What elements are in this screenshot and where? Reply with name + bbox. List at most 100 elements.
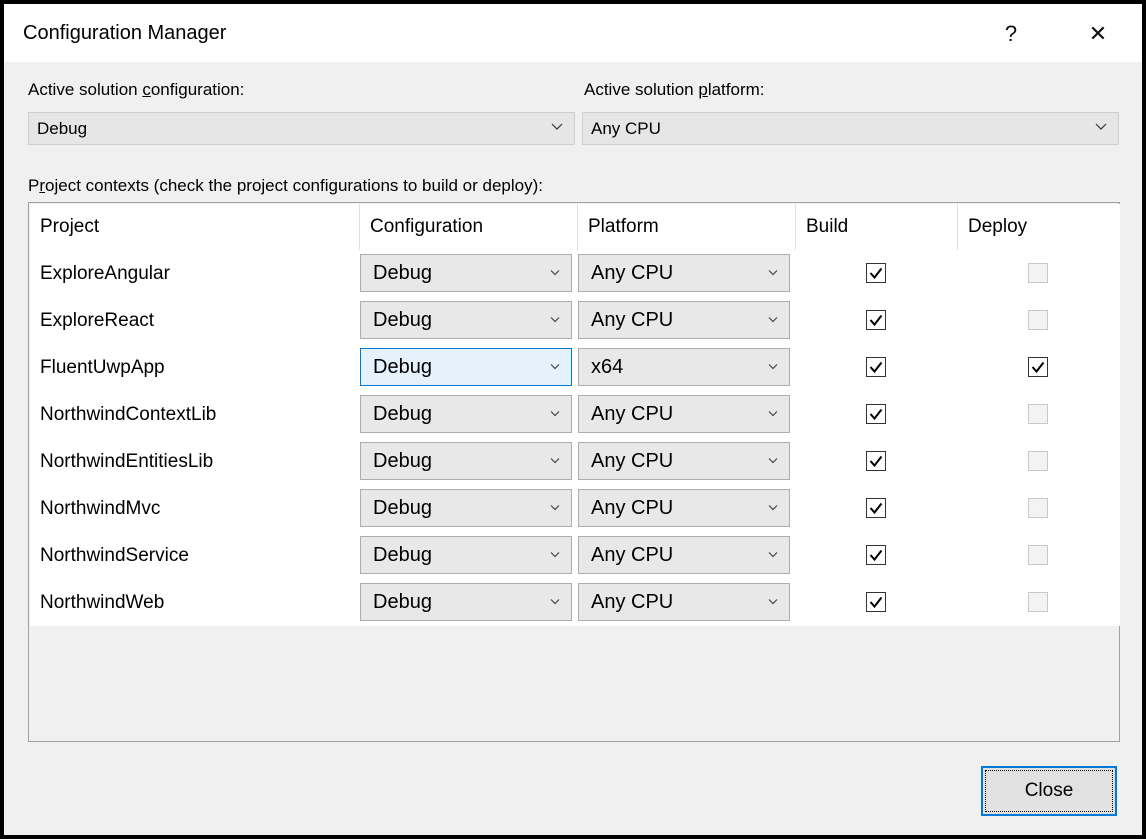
column-header-build[interactable]: Build <box>796 204 958 250</box>
chevron-down-icon <box>551 123 563 130</box>
chevron-down-icon <box>550 552 560 558</box>
checkmark-icon <box>869 502 883 515</box>
checkmark-icon <box>869 549 883 562</box>
table-row: NorthwindContextLib Debug Any CPU <box>30 391 1120 438</box>
row-configuration-value: Debug <box>373 496 432 519</box>
build-checkbox[interactable] <box>866 357 886 377</box>
checkmark-icon <box>869 267 883 280</box>
deploy-checkbox <box>1028 545 1048 565</box>
active-configuration-label: Active solution configuration: <box>28 80 245 99</box>
deploy-checkbox <box>1028 592 1048 612</box>
deploy-checkbox <box>1028 498 1048 518</box>
chevron-down-icon <box>768 270 778 276</box>
row-configuration-select[interactable]: Debug <box>360 254 572 292</box>
active-platform-label: Active solution platform: <box>584 80 765 99</box>
row-platform-value: Any CPU <box>591 261 674 284</box>
chevron-down-icon <box>1095 123 1107 130</box>
column-header-deploy[interactable]: Deploy <box>958 204 1120 250</box>
build-checkbox[interactable] <box>866 263 886 283</box>
chevron-down-icon <box>550 505 560 511</box>
project-name: NorthwindEntitiesLib <box>40 450 214 472</box>
row-configuration-select[interactable]: Debug <box>360 536 572 574</box>
row-configuration-value: Debug <box>373 590 432 613</box>
row-configuration-select[interactable]: Debug <box>360 442 572 480</box>
row-configuration-select[interactable]: Debug <box>360 348 572 386</box>
active-configuration-value: Debug <box>37 118 88 138</box>
row-configuration-select[interactable]: Debug <box>360 301 572 339</box>
active-platform-select[interactable]: Any CPU <box>582 112 1119 145</box>
checkmark-icon <box>869 361 883 374</box>
column-header-platform[interactable]: Platform <box>578 204 796 250</box>
row-configuration-value: Debug <box>373 449 432 472</box>
row-platform-value: Any CPU <box>591 590 674 613</box>
chevron-down-icon <box>768 599 778 605</box>
row-configuration-select[interactable]: Debug <box>360 489 572 527</box>
chevron-down-icon <box>768 411 778 417</box>
chevron-down-icon <box>768 505 778 511</box>
row-platform-select[interactable]: Any CPU <box>578 442 790 480</box>
chevron-down-icon <box>768 458 778 464</box>
project-name: NorthwindContextLib <box>40 403 217 425</box>
chevron-down-icon <box>768 552 778 558</box>
table-row: NorthwindEntitiesLib Debug Any CPU <box>30 438 1120 485</box>
configuration-manager-dialog: Configuration Manager ? ✕ Active solutio… <box>4 4 1142 835</box>
project-name: FluentUwpApp <box>40 356 165 378</box>
chevron-down-icon <box>768 364 778 370</box>
table-row: ExploreReact Debug Any CPU <box>30 297 1120 344</box>
column-header-project[interactable]: Project <box>30 204 360 250</box>
active-configuration-select[interactable]: Debug <box>28 112 575 145</box>
row-platform-select[interactable]: Any CPU <box>578 583 790 621</box>
chevron-down-icon <box>550 270 560 276</box>
row-configuration-select[interactable]: Debug <box>360 395 572 433</box>
close-button[interactable]: Close <box>981 766 1117 816</box>
chevron-down-icon <box>550 458 560 464</box>
chevron-down-icon <box>768 317 778 323</box>
row-platform-select[interactable]: Any CPU <box>578 254 790 292</box>
checkmark-icon <box>1031 361 1045 374</box>
checkmark-icon <box>869 596 883 609</box>
table-row: ExploreAngular Debug Any CPU <box>30 250 1120 297</box>
build-checkbox[interactable] <box>866 498 886 518</box>
row-platform-select[interactable]: Any CPU <box>578 489 790 527</box>
row-platform-value: Any CPU <box>591 543 674 566</box>
build-checkbox[interactable] <box>866 404 886 424</box>
row-platform-select[interactable]: Any CPU <box>578 395 790 433</box>
close-icon[interactable]: ✕ <box>1076 14 1120 54</box>
deploy-checkbox[interactable] <box>1028 357 1048 377</box>
checkmark-icon <box>869 314 883 327</box>
column-header-configuration[interactable]: Configuration <box>360 204 578 250</box>
grid-header: Project Configuration Platform Build Dep… <box>30 204 1120 250</box>
deploy-checkbox <box>1028 310 1048 330</box>
deploy-checkbox <box>1028 404 1048 424</box>
project-name: NorthwindWeb <box>40 591 165 613</box>
table-row: NorthwindMvc Debug Any CPU <box>30 485 1120 532</box>
row-configuration-select[interactable]: Debug <box>360 583 572 621</box>
table-row: NorthwindWeb Debug Any CPU <box>30 579 1120 626</box>
row-configuration-value: Debug <box>373 402 432 425</box>
help-button[interactable]: ? <box>989 14 1033 54</box>
deploy-checkbox <box>1028 451 1048 471</box>
project-contexts-grid: Project Configuration Platform Build Dep… <box>28 202 1120 742</box>
row-platform-value: Any CPU <box>591 402 674 425</box>
checkmark-icon <box>869 455 883 468</box>
build-checkbox[interactable] <box>866 310 886 330</box>
build-checkbox[interactable] <box>866 545 886 565</box>
row-configuration-value: Debug <box>373 355 432 378</box>
row-platform-select[interactable]: x64 <box>578 348 790 386</box>
dialog-title: Configuration Manager <box>23 22 227 44</box>
build-checkbox[interactable] <box>866 451 886 471</box>
row-platform-value: Any CPU <box>591 449 674 472</box>
chevron-down-icon <box>550 364 560 370</box>
row-platform-select[interactable]: Any CPU <box>578 536 790 574</box>
row-platform-select[interactable]: Any CPU <box>578 301 790 339</box>
row-configuration-value: Debug <box>373 543 432 566</box>
project-name: ExploreReact <box>40 309 155 331</box>
build-checkbox[interactable] <box>866 592 886 612</box>
chevron-down-icon <box>550 317 560 323</box>
project-name: ExploreAngular <box>40 262 170 284</box>
title-bar: Configuration Manager ? ✕ <box>4 4 1142 62</box>
table-row: NorthwindService Debug Any CPU <box>30 532 1120 579</box>
row-platform-value: x64 <box>591 355 624 378</box>
deploy-checkbox <box>1028 263 1048 283</box>
row-platform-value: Any CPU <box>591 496 674 519</box>
